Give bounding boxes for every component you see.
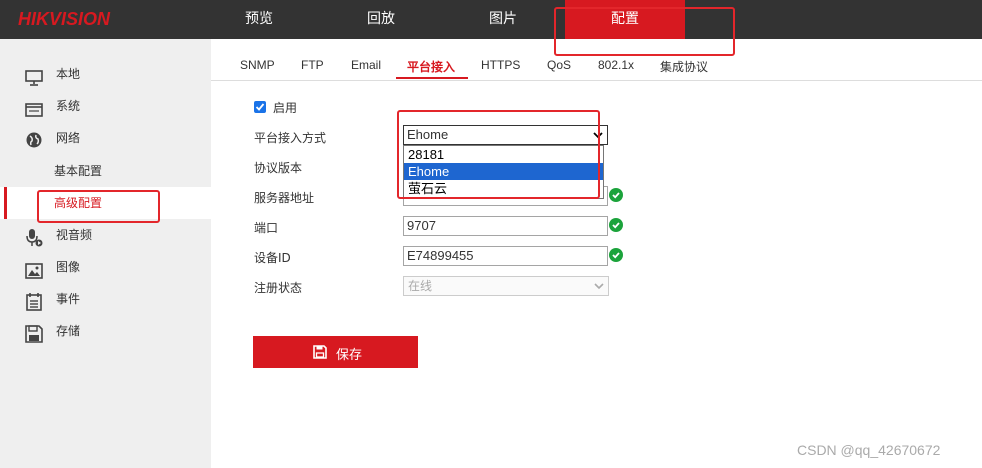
top-nav-bar: HIKVISION 预览 回放 图片 配置 <box>0 0 982 39</box>
sidebar-item-label: 事件 <box>56 292 81 306</box>
sidebar-item-storage[interactable]: 存储 <box>0 315 211 347</box>
enable-label: 启用 <box>273 101 298 115</box>
sidebar-subitem-basic-config[interactable]: 基本配置 <box>0 155 211 187</box>
sidebar-item-event[interactable]: 事件 <box>0 283 211 315</box>
sidebar-item-system[interactable]: 系统 <box>0 90 211 122</box>
sidebar-item-local[interactable]: 本地 <box>0 58 211 90</box>
annotation-box-advanced-config <box>37 190 160 223</box>
annotation-box-access-mode <box>397 110 600 199</box>
port-label: 端口 <box>254 221 279 235</box>
check-circle-icon <box>609 248 623 262</box>
sidebar-item-label: 视音频 <box>56 228 93 242</box>
tab-qos[interactable]: QoS <box>547 58 571 72</box>
access-mode-label: 平台接入方式 <box>254 131 327 145</box>
chevron-down-icon <box>594 277 604 300</box>
microphone-icon <box>25 227 43 247</box>
save-button[interactable]: 保存 <box>253 336 418 368</box>
nav-playback[interactable]: 回放 <box>321 0 441 39</box>
tab-ftp[interactable]: FTP <box>301 58 324 72</box>
sidebar-item-label: 系统 <box>56 99 81 113</box>
hikvision-logo: HIKVISION <box>18 9 111 29</box>
sidebar: 本地 系统 网络 基本配置 高级配置 视音频 图像 事件 存储 <box>0 39 211 468</box>
active-indicator <box>4 187 7 219</box>
image-icon <box>25 259 43 279</box>
window-icon <box>25 98 43 117</box>
globe-icon <box>25 130 43 148</box>
sidebar-item-video-audio[interactable]: 视音频 <box>0 219 211 251</box>
register-status-select: 在线 <box>403 276 609 296</box>
sidebar-subitem-label: 基本配置 <box>54 164 103 178</box>
floppy-icon <box>25 323 43 343</box>
nav-preview[interactable]: 预览 <box>199 0 319 39</box>
tab-email[interactable]: Email <box>351 58 381 72</box>
sidebar-item-label: 图像 <box>56 260 81 274</box>
check-circle-icon <box>609 218 623 232</box>
floppy-icon <box>313 345 327 363</box>
nav-picture[interactable]: 图片 <box>443 0 563 39</box>
save-button-label: 保存 <box>336 348 363 363</box>
tab-integration-protocol[interactable]: 集成协议 <box>660 58 708 75</box>
register-status-label: 注册状态 <box>254 281 303 295</box>
active-tab-underline <box>396 77 468 79</box>
tab-https[interactable]: HTTPS <box>481 58 520 72</box>
sidebar-item-label: 本地 <box>56 67 81 81</box>
tab-snmp[interactable]: SNMP <box>240 58 275 72</box>
port-input[interactable]: 9707 <box>403 216 608 236</box>
sidebar-item-image[interactable]: 图像 <box>0 251 211 283</box>
list-icon <box>25 291 43 311</box>
enable-checkbox[interactable] <box>254 101 266 113</box>
sidebar-item-label: 网络 <box>56 131 81 145</box>
protocol-version-label: 协议版本 <box>254 161 303 175</box>
monitor-icon <box>25 66 43 86</box>
sidebar-item-label: 存储 <box>56 324 81 338</box>
sidebar-item-network[interactable]: 网络 <box>0 122 211 154</box>
device-id-input[interactable]: E74899455 <box>403 246 608 266</box>
watermark: CSDN @qq_42670672 <box>797 442 941 458</box>
tab-8021x[interactable]: 802.1x <box>598 58 634 72</box>
device-id-label: 设备ID <box>254 251 291 265</box>
annotation-box-config <box>554 7 735 56</box>
tab-platform-access[interactable]: 平台接入 <box>407 58 455 75</box>
check-circle-icon <box>609 188 623 202</box>
server-address-label: 服务器地址 <box>254 191 315 205</box>
register-status-value: 在线 <box>408 279 433 293</box>
